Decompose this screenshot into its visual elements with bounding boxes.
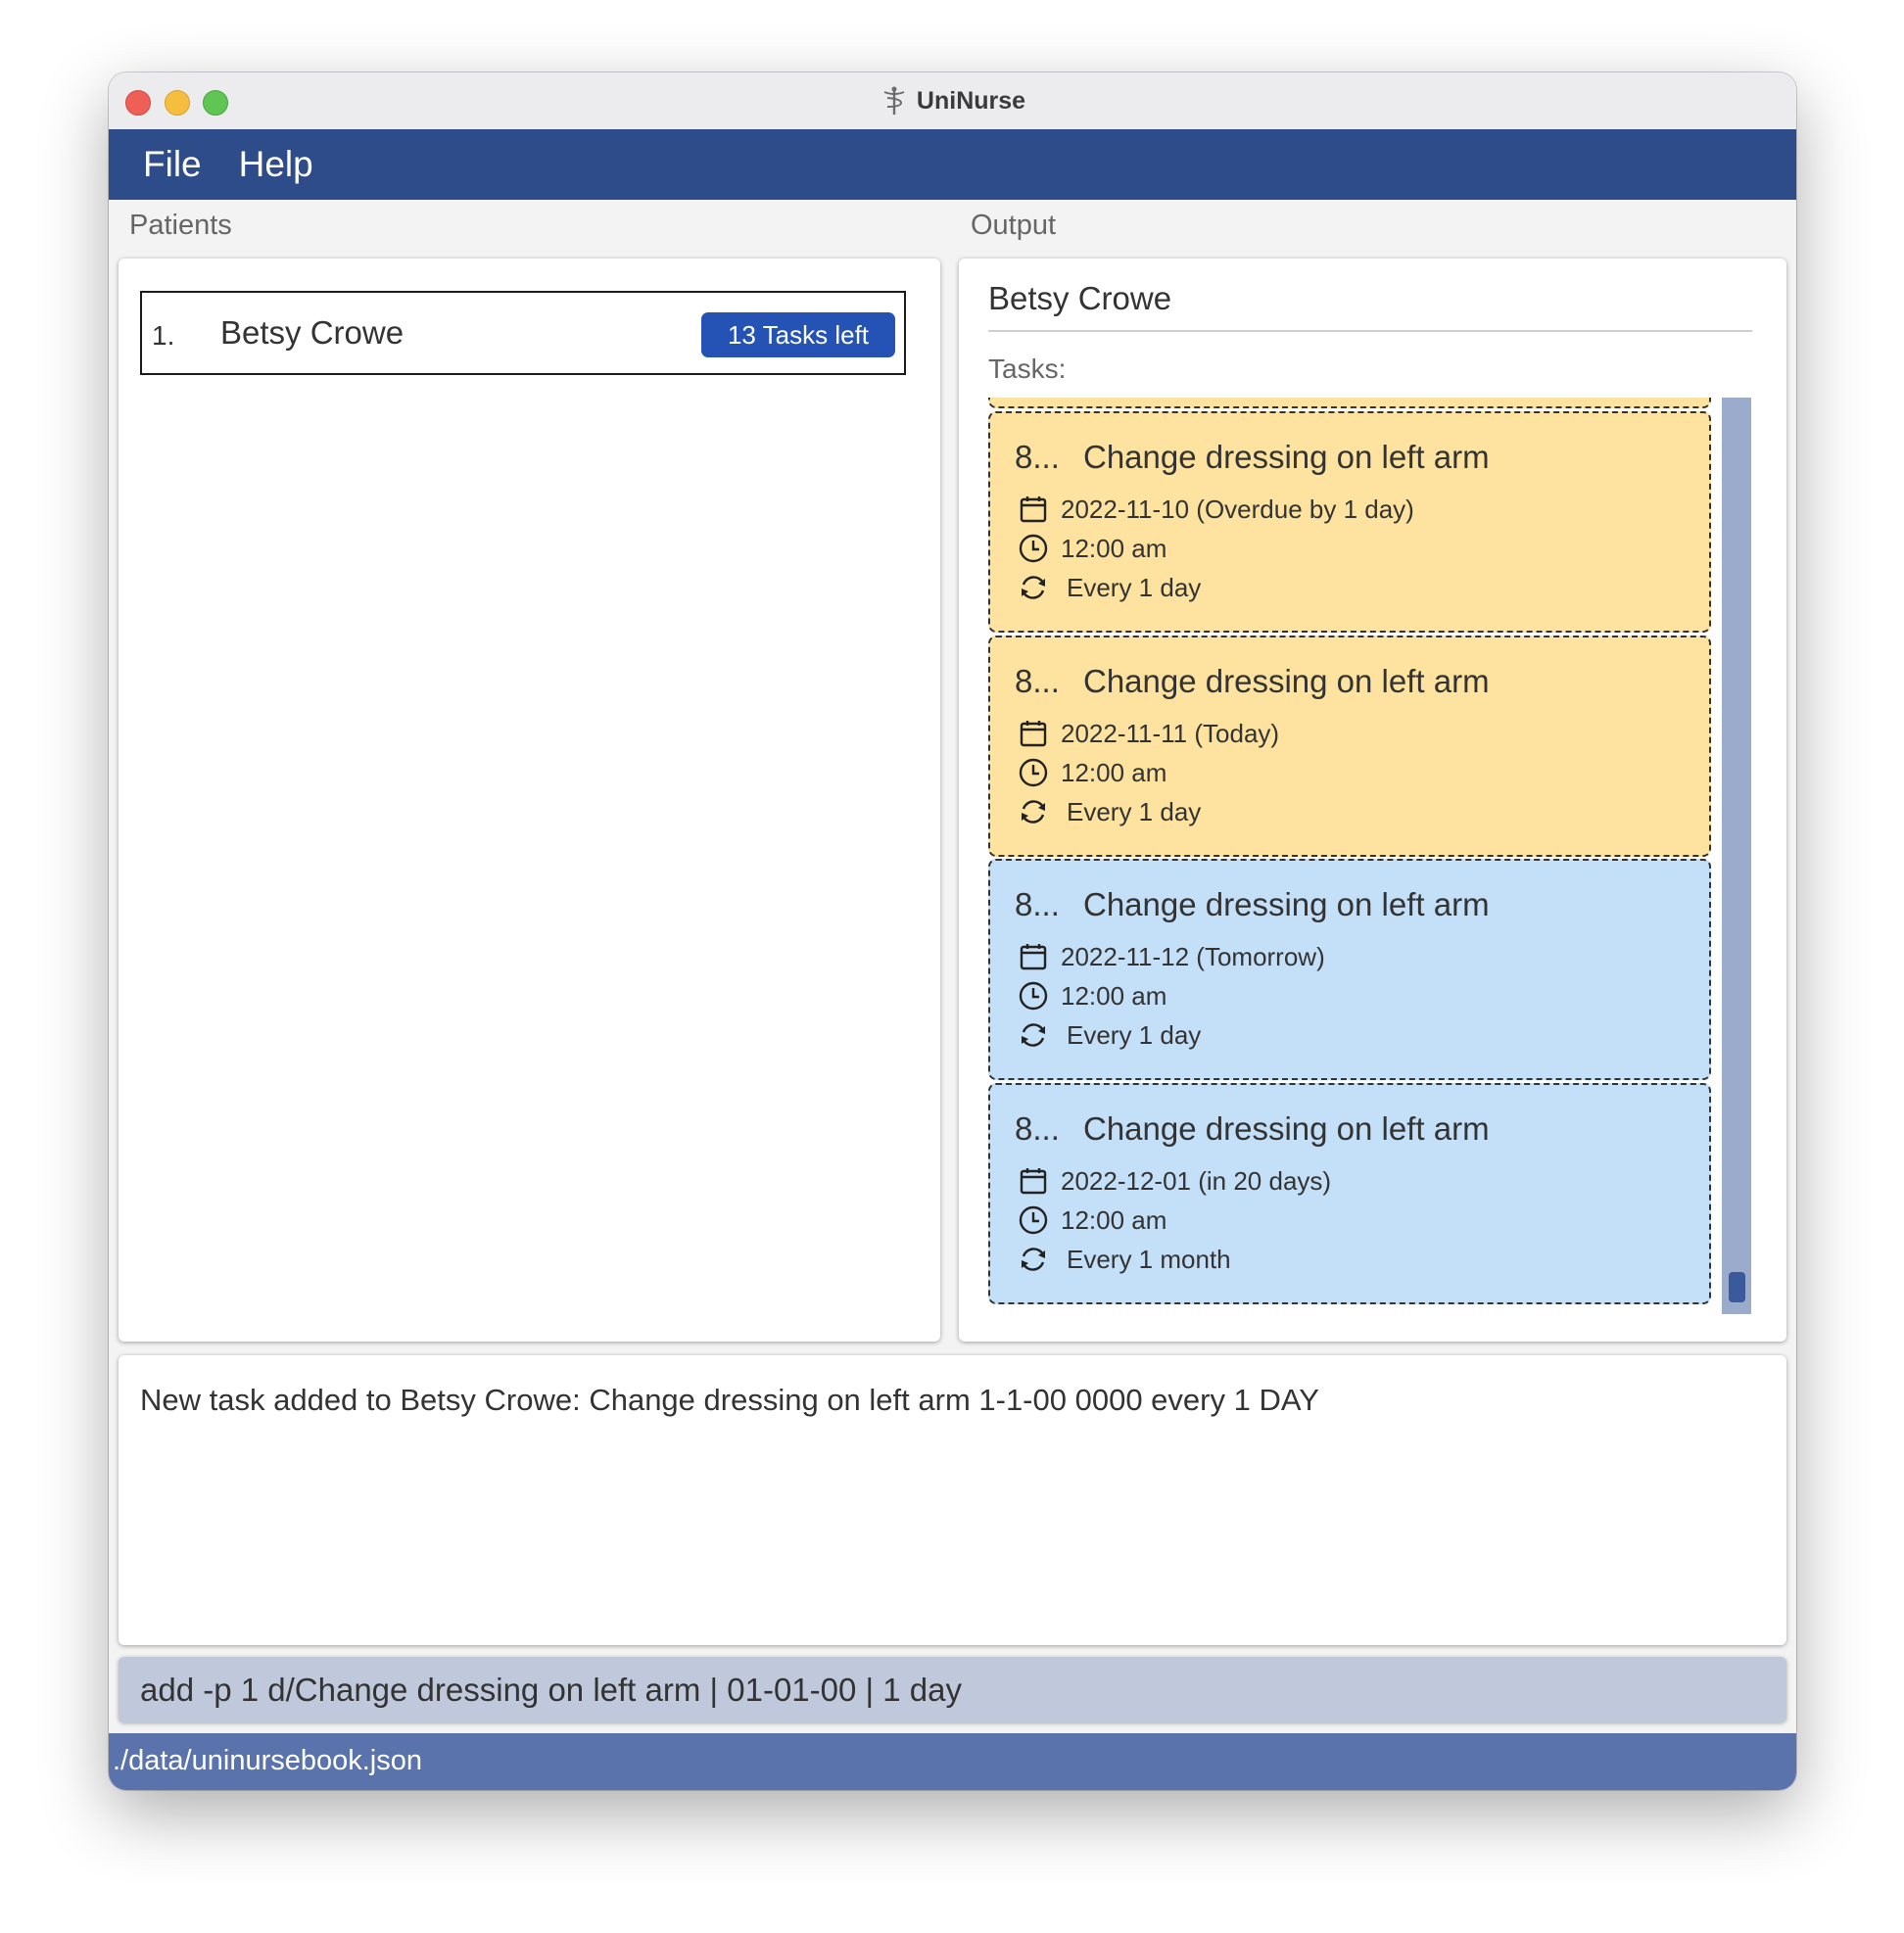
task-time-row: 12:00 am xyxy=(1018,533,1166,564)
task-date: 2022-12-01 (in 20 days) xyxy=(1061,1165,1332,1196)
output-panel-label: Output xyxy=(971,210,1057,241)
menu-help[interactable]: Help xyxy=(239,144,313,185)
patient-name: Betsy Crowe xyxy=(220,314,405,351)
result-message: New task added to Betsy Crowe: Change dr… xyxy=(140,1383,1319,1417)
task-description: Change dressing on left arm xyxy=(1083,663,1490,699)
task-card[interactable]: 8... Change dressing on left arm 2022-11… xyxy=(988,859,1711,1080)
window-title-group: UniNurse xyxy=(109,72,1796,129)
task-date-row: 2022-12-01 (in 20 days) xyxy=(1018,1165,1331,1197)
task-number: 8... xyxy=(1015,439,1060,475)
task-date: 2022-11-11 (Today) xyxy=(1061,718,1280,748)
task-description: Change dressing on left arm xyxy=(1083,1110,1490,1147)
task-time-row: 12:00 am xyxy=(1018,1204,1166,1236)
command-input[interactable]: add -p 1 d/Change dressing on left arm |… xyxy=(119,1657,1786,1722)
caduceus-icon xyxy=(883,86,905,115)
patients-panel-label: Patients xyxy=(129,210,232,241)
refresh-icon xyxy=(1022,800,1045,824)
clock-icon xyxy=(1019,1205,1048,1235)
refresh-icon xyxy=(1022,1023,1045,1047)
calendar-icon xyxy=(1020,496,1047,523)
task-list-scrollbar[interactable] xyxy=(1722,398,1751,1314)
task-time-row: 12:00 am xyxy=(1018,980,1166,1012)
data-file-path: ./data/uninursebook.json xyxy=(113,1745,422,1776)
clock-icon xyxy=(1019,534,1048,563)
task-date: 2022-11-12 (Tomorrow) xyxy=(1061,941,1325,971)
window-title: UniNurse xyxy=(916,86,1026,115)
refresh-icon xyxy=(1022,1248,1045,1271)
calendar-icon xyxy=(1020,944,1047,970)
calendar-icon xyxy=(1020,721,1047,747)
clock-icon xyxy=(1019,758,1048,787)
output-patient-name: Betsy Crowe xyxy=(988,280,1172,316)
task-date: 2022-11-10 (Overdue by 1 day) xyxy=(1061,494,1414,524)
task-recurrence-row: Every 1 day xyxy=(1018,796,1201,827)
task-description: Change dressing on left arm xyxy=(1083,439,1490,475)
menu-bar: File Help xyxy=(109,129,1796,200)
task-card-partial xyxy=(988,398,1711,408)
output-panel: Betsy Crowe Tasks: 8... Change dressing … xyxy=(959,259,1786,1342)
task-number: 8... xyxy=(1015,886,1060,922)
task-date-row: 2022-11-10 (Overdue by 1 day) xyxy=(1018,494,1414,525)
command-input-value[interactable]: add -p 1 d/Change dressing on left arm |… xyxy=(140,1672,962,1709)
patient-card[interactable]: 1. Betsy Crowe 13 Tasks left xyxy=(140,291,906,375)
task-recurrence-row: Every 1 day xyxy=(1018,572,1201,603)
task-date-row: 2022-11-12 (Tomorrow) xyxy=(1018,941,1325,972)
status-bar: ./data/uninursebook.json xyxy=(109,1733,1796,1790)
refresh-icon xyxy=(1022,576,1045,599)
clock-icon xyxy=(1019,981,1048,1011)
task-time: 12:00 am xyxy=(1061,757,1167,787)
task-number: 8... xyxy=(1015,1110,1060,1147)
calendar-icon xyxy=(1020,1168,1047,1195)
patients-panel: 1. Betsy Crowe 13 Tasks left xyxy=(119,259,940,1342)
task-recurrence-row: Every 1 month xyxy=(1018,1244,1231,1275)
app-window: UniNurse File Help Patients Output 1. Be… xyxy=(109,72,1796,1790)
task-recurrence-row: Every 1 day xyxy=(1018,1019,1201,1051)
task-description: Change dressing on left arm xyxy=(1083,886,1490,922)
patient-index: 1. xyxy=(152,320,175,351)
task-recurrence: Every 1 month xyxy=(1067,1244,1231,1274)
divider xyxy=(988,330,1752,332)
task-recurrence: Every 1 day xyxy=(1067,1019,1202,1050)
task-time: 12:00 am xyxy=(1061,533,1167,563)
task-date-row: 2022-11-11 (Today) xyxy=(1018,718,1279,749)
title-bar: UniNurse xyxy=(109,72,1796,130)
task-recurrence: Every 1 day xyxy=(1067,572,1202,602)
tasks-label: Tasks: xyxy=(988,354,1067,384)
task-card[interactable]: 8... Change dressing on left arm 2022-12… xyxy=(988,1083,1711,1304)
task-number: 8... xyxy=(1015,663,1060,699)
task-time: 12:00 am xyxy=(1061,1204,1167,1235)
menu-file[interactable]: File xyxy=(143,144,202,185)
scrollbar-thumb[interactable] xyxy=(1729,1272,1745,1302)
task-card[interactable]: 8... Change dressing on left arm 2022-11… xyxy=(988,636,1711,857)
tasks-left-badge: 13 Tasks left xyxy=(701,312,895,357)
result-display: New task added to Betsy Crowe: Change dr… xyxy=(119,1355,1786,1645)
task-list[interactable]: 8... Change dressing on left arm 2022-11… xyxy=(988,398,1715,1314)
task-recurrence: Every 1 day xyxy=(1067,796,1202,826)
task-time: 12:00 am xyxy=(1061,980,1167,1011)
task-time-row: 12:00 am xyxy=(1018,757,1166,788)
task-card[interactable]: 8... Change dressing on left arm 2022-11… xyxy=(988,411,1711,633)
